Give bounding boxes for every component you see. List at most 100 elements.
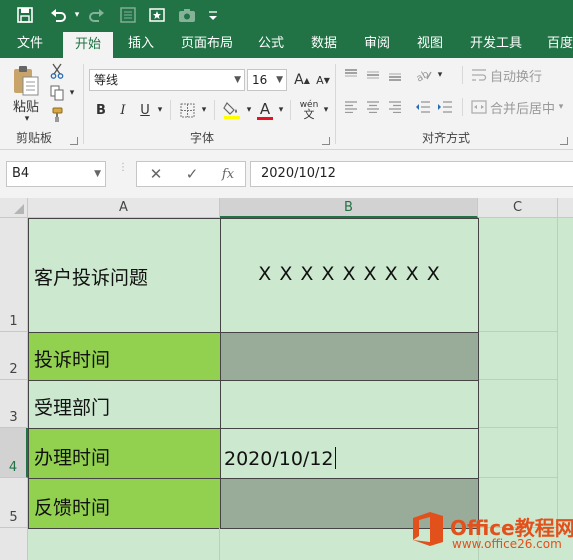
tab-developer[interactable]: 开发工具: [470, 30, 522, 58]
format-painter-icon[interactable]: [48, 106, 66, 124]
fill-color-dropdown-icon[interactable]: ▾: [244, 104, 254, 116]
cancel-icon[interactable]: ✕: [146, 165, 166, 183]
phonetic-guide-button[interactable]: wén 文: [297, 98, 321, 122]
borders-icon[interactable]: [178, 100, 196, 120]
column-header-d[interactable]: [558, 198, 573, 218]
form-icon[interactable]: [118, 4, 138, 26]
align-left-icon[interactable]: [342, 98, 360, 116]
separator: [214, 100, 215, 120]
decrease-indent-icon[interactable]: [414, 98, 432, 116]
cell-c1[interactable]: [479, 218, 558, 332]
enter-icon[interactable]: ✓: [182, 165, 202, 183]
tab-insert[interactable]: 插入: [128, 30, 154, 58]
top-align-icon[interactable]: [342, 66, 360, 84]
cell-a3[interactable]: 受理部门: [28, 380, 221, 429]
column-header-c[interactable]: C: [478, 198, 558, 218]
insert-function-icon[interactable]: fx: [218, 165, 238, 183]
align-center-icon[interactable]: [364, 98, 382, 116]
tab-review[interactable]: 审阅: [364, 30, 390, 58]
grow-font-icon[interactable]: A ▲: [293, 70, 311, 90]
borders-dropdown-icon[interactable]: ▾: [199, 104, 209, 116]
font-color-button[interactable]: A: [256, 99, 274, 121]
orientation-icon[interactable]: ab: [414, 66, 434, 84]
font-group-label: 字体: [190, 131, 215, 145]
cell-c4[interactable]: [479, 428, 558, 478]
copy-dropdown-icon[interactable]: ▾: [67, 88, 77, 98]
separator: [462, 98, 463, 116]
formula-bar: B4 ▼ ⋮ ✕ ✓ fx 2020/10/12: [0, 150, 573, 198]
font-name-select[interactable]: 等线 ▼: [89, 69, 245, 91]
clipboard-launcher-icon[interactable]: [70, 137, 78, 145]
alignment-launcher-icon[interactable]: [560, 137, 568, 145]
increase-indent-icon[interactable]: [436, 98, 454, 116]
paste-button[interactable]: 粘贴: [10, 96, 42, 115]
merge-center-icon[interactable]: [470, 98, 488, 116]
wrap-text-icon[interactable]: [470, 66, 488, 84]
fill-color-icon[interactable]: [222, 99, 242, 121]
cell-b3[interactable]: [220, 380, 479, 429]
redo-icon[interactable]: [86, 4, 106, 26]
customize-icon[interactable]: [206, 4, 220, 26]
shrink-font-icon[interactable]: A ▼: [314, 70, 332, 90]
cell-a6[interactable]: [28, 528, 220, 560]
font-color-dropdown-icon[interactable]: ▾: [276, 104, 286, 116]
cell-b4[interactable]: 2020/10/12: [220, 428, 479, 479]
paste-dropdown-icon[interactable]: ▾: [20, 114, 34, 124]
column-header-a[interactable]: A: [28, 198, 220, 218]
tab-view[interactable]: 视图: [417, 30, 443, 58]
bold-button[interactable]: B: [93, 100, 109, 120]
wrap-text-button[interactable]: 自动换行: [490, 66, 542, 85]
merge-dropdown-icon[interactable]: ▾: [556, 102, 566, 112]
cell-b2[interactable]: [220, 332, 479, 381]
cell-c2[interactable]: [479, 332, 558, 380]
cell-b4-value: 2020/10/12: [224, 448, 334, 470]
save-icon[interactable]: [14, 4, 36, 26]
column-header-b[interactable]: B: [220, 198, 478, 218]
row-header-4[interactable]: 4: [0, 428, 28, 478]
separator: [170, 100, 171, 120]
underline-dropdown-icon[interactable]: ▾: [155, 104, 165, 116]
cut-icon[interactable]: [48, 62, 66, 80]
select-all-corner[interactable]: [0, 198, 28, 218]
resize-handle[interactable]: ⋮: [118, 163, 128, 183]
tab-home[interactable]: 开始: [63, 32, 113, 58]
paste-icon[interactable]: [10, 64, 42, 98]
undo-dropdown-icon[interactable]: ▾: [72, 4, 82, 26]
row-header-6[interactable]: [0, 528, 28, 560]
tab-baidu[interactable]: 百度: [547, 30, 573, 58]
cell-a4[interactable]: 办理时间: [28, 428, 221, 479]
cell-c3[interactable]: [479, 380, 558, 428]
bottom-align-icon[interactable]: [386, 66, 404, 84]
row-header-1[interactable]: 1: [0, 218, 28, 332]
copy-icon[interactable]: [48, 84, 66, 102]
name-box-dropdown-icon[interactable]: ▼: [94, 162, 101, 186]
undo-icon[interactable]: [48, 4, 70, 26]
new-sheet-icon[interactable]: [146, 4, 168, 26]
align-right-icon[interactable]: [386, 98, 404, 116]
cell-a1[interactable]: 客户投诉问题: [28, 218, 221, 333]
cell-b1[interactable]: X X X X X X X X X: [220, 218, 479, 333]
ribbon: 粘贴 ▾ ▾ 剪贴板 等线 ▼ 16 ▼ A ▲ A ▼ B I U ▾ ▾ ▾ A ▾…: [0, 58, 573, 150]
alignment-group-label: 对齐方式: [422, 131, 471, 145]
cell-a2[interactable]: 投诉时间: [28, 332, 221, 381]
phonetic-dropdown-icon[interactable]: ▾: [321, 104, 331, 116]
formula-input[interactable]: 2020/10/12: [250, 161, 573, 187]
font-launcher-icon[interactable]: [322, 137, 330, 145]
middle-align-icon[interactable]: [364, 66, 382, 84]
cell-a5[interactable]: 反馈时间: [28, 478, 221, 529]
row-header-3[interactable]: 3: [0, 380, 28, 428]
group-separator: [83, 64, 84, 144]
tab-page-layout[interactable]: 页面布局: [181, 30, 233, 58]
tab-formulas[interactable]: 公式: [258, 30, 284, 58]
row-header-2[interactable]: 2: [0, 332, 28, 380]
orientation-dropdown-icon[interactable]: ▾: [435, 70, 445, 80]
merge-center-button[interactable]: 合并后居中: [490, 98, 555, 117]
camera-icon[interactable]: [176, 4, 198, 26]
underline-button[interactable]: U: [137, 100, 153, 120]
font-size-select[interactable]: 16 ▼: [247, 69, 287, 91]
name-box[interactable]: B4 ▼: [6, 161, 106, 187]
tab-data[interactable]: 数据: [311, 30, 337, 58]
tab-file[interactable]: 文件: [17, 30, 43, 58]
italic-button[interactable]: I: [115, 100, 131, 120]
row-header-5[interactable]: 5: [0, 478, 28, 528]
